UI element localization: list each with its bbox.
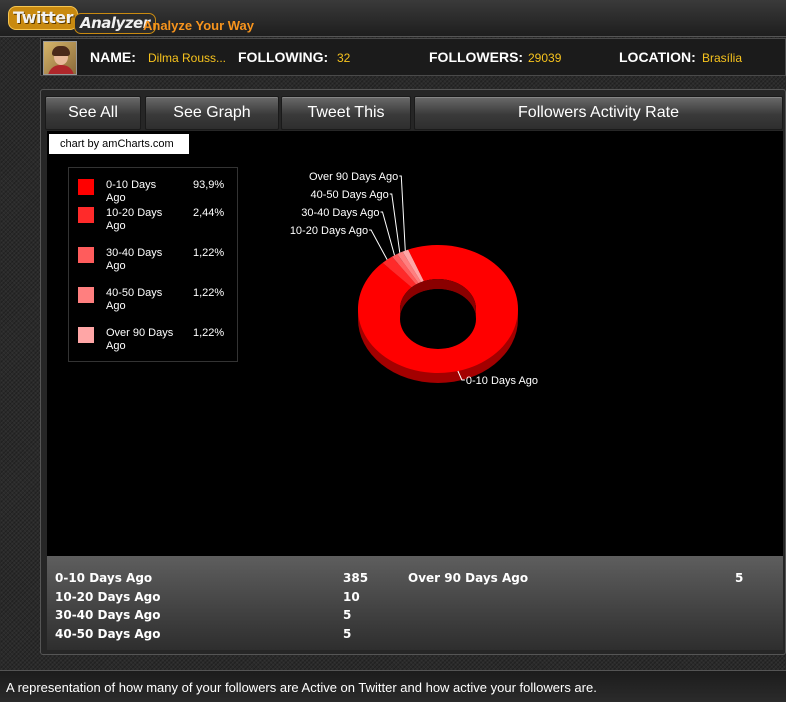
tab-tweet-this[interactable]: Tweet This <box>281 96 411 130</box>
following-value: 32 <box>337 51 351 65</box>
stats-summary: 0-10 Days Ago 385 10-20 Days Ago 10 30-4… <box>47 556 783 650</box>
tab-see-all[interactable]: See All <box>45 96 141 130</box>
avatar[interactable] <box>43 41 77 75</box>
stat-label: 30-40 Days Ago <box>55 608 161 622</box>
chart-area: chart by amCharts.com 0-10 Days Ago 93,9… <box>47 131 783 556</box>
stat-value: 5 <box>343 627 352 641</box>
top-bar: Twitter Analyzer Analyze Your Way <box>0 0 786 37</box>
tab-see-graph[interactable]: See Graph <box>145 96 279 130</box>
footer-description: A representation of how many of your fol… <box>0 670 786 702</box>
slice-label: 10-20 Days Ago <box>290 225 368 237</box>
stat-value: 10 <box>343 590 360 604</box>
stat-value: 5 <box>735 571 744 585</box>
location-label: LOCATION: <box>619 49 696 65</box>
stat-label: 0-10 Days Ago <box>55 571 153 585</box>
slice-label: 0-10 Days Ago <box>466 375 538 387</box>
name-value: Dilma Rouss... <box>148 51 227 65</box>
stat-value: 5 <box>343 608 352 622</box>
label-leader-line <box>399 175 406 251</box>
location-value: Brasília <box>702 51 743 65</box>
stat-label: 40-50 Days Ago <box>55 627 161 641</box>
label-leader-line <box>380 211 395 256</box>
tagline: Analyze Your Way <box>143 18 255 33</box>
app-logo[interactable]: Twitter Analyzer <box>8 3 156 34</box>
donut-chart[interactable]: 0-10 Days Ago 10-20 Days Ago 30-40 Days Ag… <box>47 131 783 556</box>
profile-bar: NAME: Dilma Rouss... FOLLOWING: 32 FOLLO… <box>40 38 786 76</box>
tab-followers-activity-rate[interactable]: Followers Activity Rate <box>414 96 783 130</box>
logo-twitter-text: Twitter <box>8 6 78 30</box>
following-label: FOLLOWING: <box>238 49 329 65</box>
name-label: NAME: <box>90 49 136 65</box>
stat-value: 385 <box>343 571 369 585</box>
slice-label: Over 90 Days Ago <box>309 171 398 183</box>
stat-label: Over 90 Days Ago <box>408 571 529 585</box>
main-panel: See All See Graph Tweet This Followers A… <box>40 89 786 655</box>
followers-value: 29039 <box>528 51 562 65</box>
followers-label: FOLLOWERS: <box>429 49 524 65</box>
slice-label: 30-40 Days Ago <box>301 207 379 219</box>
donut-hole-floor <box>400 289 476 349</box>
slice-label: 40-50 Days Ago <box>311 189 389 201</box>
label-leader-line <box>369 229 388 260</box>
stat-label: 10-20 Days Ago <box>55 590 161 604</box>
